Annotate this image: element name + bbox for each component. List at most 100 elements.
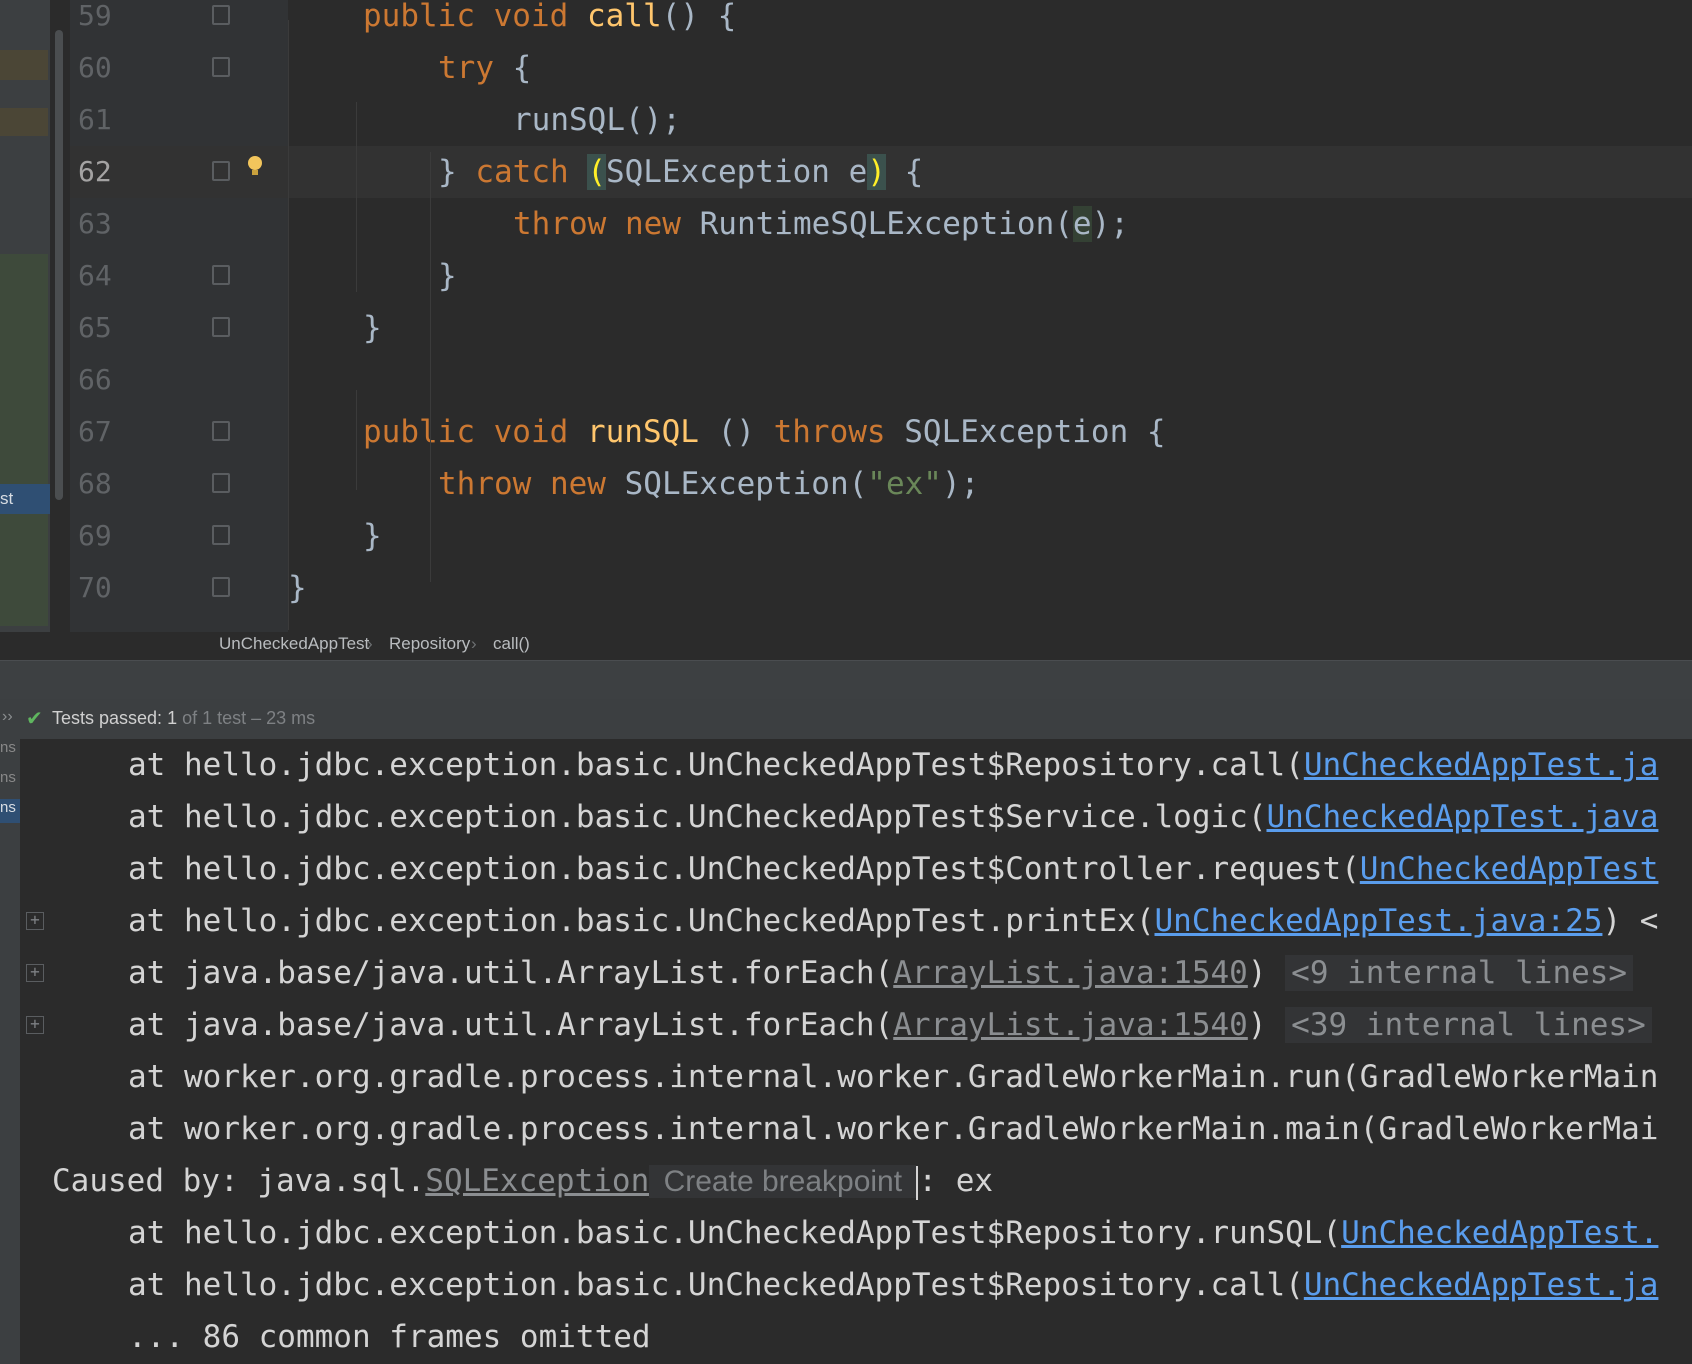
code-text[interactable]: } catch (SQLException e) { [438,146,923,198]
code-line[interactable]: 70} [70,562,1692,614]
line-number[interactable]: 70 [78,562,128,614]
fold-marker-icon[interactable] [212,5,230,25]
console-line[interactable]: at hello.jdbc.exception.basic.UnCheckedA… [128,1259,1658,1311]
code-token: SQLException e [605,154,868,190]
tests-passed-count: 1 [167,708,178,728]
fold-marker-icon[interactable] [212,161,230,181]
source-link[interactable]: UnCheckedAppTest.ja [1304,747,1659,783]
line-number[interactable]: 65 [78,302,128,354]
code-text[interactable]: runSQL(); [513,94,681,146]
source-link[interactable]: UnCheckedAppTest.java:25 [1155,903,1603,939]
code-text[interactable]: } [288,562,307,614]
expand-frames-icon[interactable]: + [26,1016,44,1034]
console-line[interactable]: Caused by: java.sql.SQLException Create … [52,1155,993,1207]
code-text[interactable]: throw new RuntimeSQLException(e); [513,198,1129,250]
side-tab-label: st [0,489,14,508]
console-strip-tab[interactable]: ns [0,769,20,793]
source-link[interactable]: UnCheckedAppTest.java [1266,799,1658,835]
code-line[interactable]: 69} [70,510,1692,562]
console-text: ) [1247,1007,1286,1043]
console-text: ) < [1602,903,1659,939]
create-breakpoint-hint[interactable]: Create breakpoint [649,1165,917,1198]
console-line[interactable]: at hello.jdbc.exception.basic.UnCheckedA… [128,843,1658,895]
breadcrumb-item[interactable]: Repository [389,634,470,654]
fold-marker-icon[interactable] [212,57,230,77]
line-number[interactable]: 59 [78,0,128,42]
internal-lines-badge[interactable]: <39 internal lines> [1285,1007,1652,1043]
console-strip-tab[interactable]: ns [0,739,20,763]
panel-splitter[interactable] [0,660,1692,700]
fold-marker-icon[interactable] [212,473,230,493]
code-text[interactable]: throw new SQLException("ex"); [438,458,979,510]
console-output[interactable]: ns ns ns at hello.jdbc.exception.basic.UnC… [0,739,1692,1364]
console-line[interactable]: at hello.jdbc.exception.basic.UnCheckedA… [128,895,1658,947]
line-number[interactable]: 62 [78,146,128,198]
code-token: ); [941,466,980,502]
tests-passed-label: Tests passed: [52,708,163,728]
console-line[interactable]: at worker.org.gradle.process.internal.wo… [128,1103,1658,1155]
fold-marker-icon[interactable] [212,317,230,337]
breadcrumb-separator: › [471,634,477,653]
code-text[interactable]: public void call() { [363,0,736,42]
code-line[interactable]: 66 [70,354,1692,406]
fold-marker-icon[interactable] [212,265,230,285]
code-text[interactable]: public void runSQL () throws SQLExceptio… [363,406,1166,458]
line-number[interactable]: 69 [78,510,128,562]
console-strip-tab[interactable]: ns [0,799,20,823]
internal-lines-badge[interactable]: <9 internal lines> [1285,955,1634,991]
line-number[interactable]: 60 [78,42,128,94]
expand-frames-icon[interactable]: + [26,912,44,930]
line-number[interactable]: 63 [78,198,128,250]
code-line[interactable]: 62 } catch (SQLException e) { [70,146,1692,198]
code-line[interactable]: 65} [70,302,1692,354]
strip-marker [0,50,48,80]
code-token: } [363,518,382,554]
fold-marker-icon[interactable] [212,525,230,545]
source-link[interactable]: ArrayList.java:1540 [893,955,1248,991]
console-tool-strip: ns ns ns [0,739,20,1364]
code-line[interactable]: 61 runSQL(); [70,94,1692,146]
line-number[interactable]: 68 [78,458,128,510]
console-line[interactable]: at hello.jdbc.exception.basic.UnCheckedA… [128,1207,1658,1259]
code-line[interactable]: 67 public void runSQL () throws SQLExcept… [70,406,1692,458]
console-line[interactable]: at hello.jdbc.exception.basic.UnCheckedA… [128,791,1658,843]
line-number[interactable]: 61 [78,94,128,146]
console-text: ... 86 common frames omitted [128,1319,651,1355]
console-line[interactable]: ... 86 common frames omitted [128,1311,651,1363]
double-chevron-icon[interactable]: ›› [2,708,13,726]
code-text[interactable]: try { [438,42,531,94]
line-number[interactable]: 64 [78,250,128,302]
console-text: at hello.jdbc.exception.basic.UnCheckedA… [128,799,1267,835]
source-link[interactable]: UnCheckedAppTest.ja [1304,1267,1659,1303]
fold-marker-icon[interactable] [212,421,230,441]
side-tab-selected[interactable]: st [0,484,50,514]
console-text: ) [1247,955,1286,991]
code-text[interactable]: } [438,250,457,302]
expand-frames-icon[interactable]: + [26,964,44,982]
code-line[interactable]: 64} [70,250,1692,302]
code-line[interactable]: 63 throw new RuntimeSQLException(e); [70,198,1692,250]
console-line[interactable]: at hello.jdbc.exception.basic.UnCheckedA… [128,739,1658,791]
fold-marker-icon[interactable] [212,577,230,597]
console-line[interactable]: at java.base/java.util.ArrayList.forEach… [128,999,1652,1051]
code-line[interactable]: 68 throw new SQLException("ex"); [70,458,1692,510]
source-link[interactable]: UnCheckedAppTest. [1341,1215,1658,1251]
code-line[interactable]: 59 public void call() { [70,0,1692,42]
lightbulb-icon[interactable] [248,156,262,175]
code-line[interactable]: 60 try { [70,42,1692,94]
code-text[interactable]: } [363,302,382,354]
source-link[interactable]: UnCheckedAppTest [1360,851,1659,887]
breadcrumb-item[interactable]: call() [493,634,530,654]
console-line[interactable]: at worker.org.gradle.process.internal.wo… [128,1051,1658,1103]
code-token: call [586,0,662,34]
editor-scrollbar[interactable] [55,30,63,500]
code-text[interactable]: } [363,510,382,562]
source-link[interactable]: SQLException [425,1163,649,1199]
line-number[interactable]: 66 [78,354,128,406]
code-token: try [438,50,513,86]
console-line[interactable]: at java.base/java.util.ArrayList.forEach… [128,947,1634,999]
line-number[interactable]: 67 [78,406,128,458]
source-link[interactable]: ArrayList.java:1540 [893,1007,1248,1043]
breadcrumb-item[interactable]: UnCheckedAppTest [219,634,369,654]
code-editor[interactable]: st 59 public void call() { 60 try { 61 runSQL… [0,0,1692,660]
